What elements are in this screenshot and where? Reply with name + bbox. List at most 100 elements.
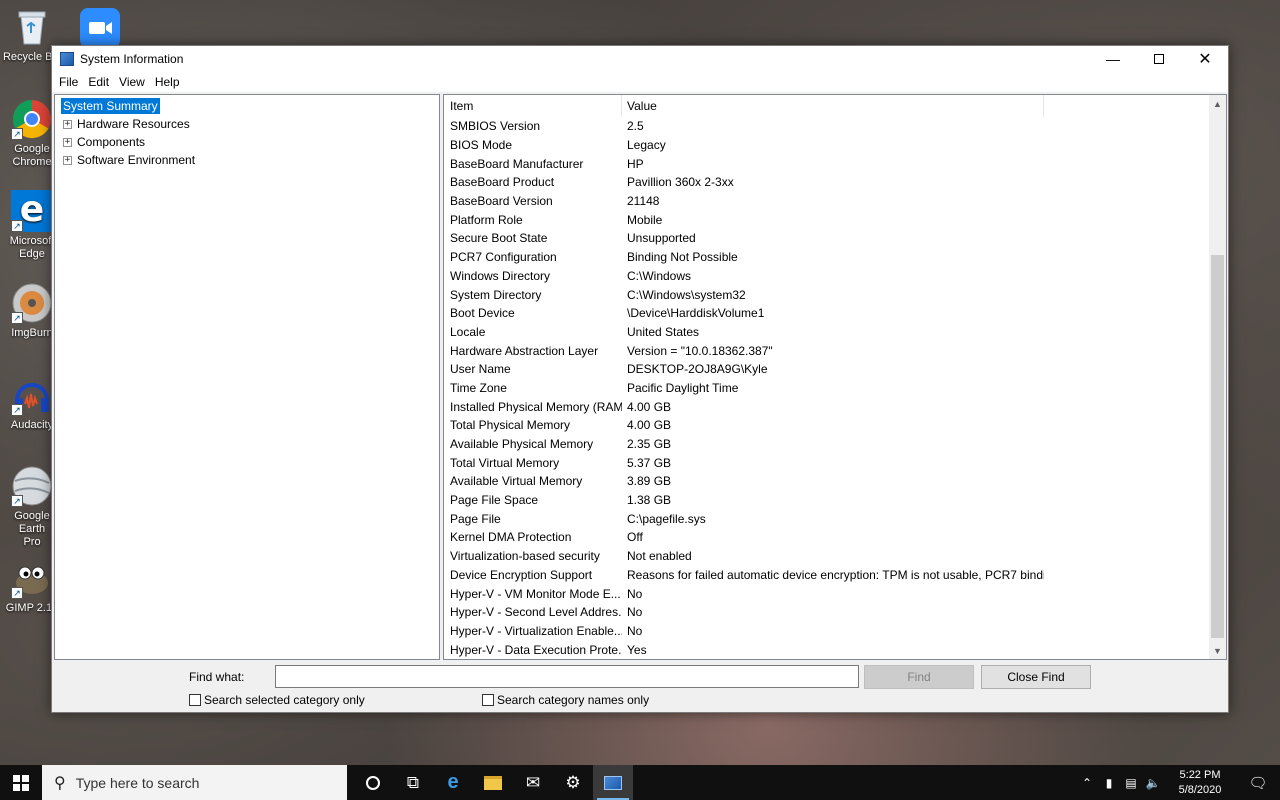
- scroll-up-icon[interactable]: ▲: [1209, 95, 1226, 112]
- checkbox-box[interactable]: [189, 694, 201, 706]
- menu-edit[interactable]: Edit: [83, 75, 114, 89]
- table-row[interactable]: BIOS Mode Legacy: [444, 136, 1226, 155]
- table-row[interactable]: Locale United States: [444, 323, 1226, 342]
- row-value-cell: Off: [627, 530, 643, 545]
- battery-icon[interactable]: ▮: [1098, 776, 1120, 790]
- row-item-cell: Kernel DMA Protection: [450, 530, 572, 545]
- shortcut-arrow-icon: ↗: [11, 404, 23, 416]
- row-value-cell: 2.5: [627, 119, 644, 134]
- table-row[interactable]: Time Zone Pacific Daylight Time: [444, 379, 1226, 398]
- column-header-value[interactable]: Value: [622, 95, 1044, 117]
- close-find-button[interactable]: Close Find: [981, 665, 1091, 689]
- taskbar-mail[interactable]: ✉: [513, 765, 553, 800]
- row-item-cell: BIOS Mode: [450, 138, 513, 153]
- row-item-cell: BaseBoard Version: [450, 194, 553, 209]
- row-item-cell: Hyper-V - Virtualization Enable...: [450, 623, 622, 638]
- taskbar-file-explorer[interactable]: [473, 765, 513, 800]
- row-value-cell: 21148: [627, 194, 660, 209]
- close-button[interactable]: ✕: [1182, 46, 1228, 72]
- shortcut-arrow-icon: ↗: [11, 312, 23, 324]
- find-what-input[interactable]: [275, 665, 859, 688]
- task-view-button[interactable]: ⧉: [393, 765, 433, 800]
- menu-view[interactable]: View: [114, 75, 150, 89]
- vertical-scrollbar[interactable]: ▲ ▼: [1209, 95, 1226, 659]
- maximize-button[interactable]: [1136, 46, 1182, 72]
- table-row[interactable]: SMBIOS Version 2.5: [444, 117, 1226, 136]
- table-row[interactable]: Kernel DMA Protection Off: [444, 528, 1226, 547]
- row-value-cell: United States: [627, 324, 700, 339]
- table-row[interactable]: BaseBoard Product Pavillion 360x 2-3xx: [444, 173, 1226, 192]
- table-row[interactable]: PCR7 Configuration Binding Not Possible: [444, 248, 1226, 267]
- table-row[interactable]: Windows Directory C:\Windows: [444, 267, 1226, 286]
- tree-item-hardware-resources[interactable]: + Hardware Resources: [61, 115, 433, 133]
- table-row[interactable]: Page File Space 1.38 GB: [444, 491, 1226, 510]
- tree-item-system-summary[interactable]: System Summary: [61, 97, 433, 115]
- row-value-cell: C:\Windows\system32: [627, 287, 746, 302]
- table-row[interactable]: Hyper-V - Second Level Addres... No: [444, 603, 1226, 622]
- find-what-label: Find what:: [189, 670, 245, 684]
- scroll-down-icon[interactable]: ▼: [1209, 642, 1226, 659]
- table-row[interactable]: BaseBoard Manufacturer HP: [444, 154, 1226, 173]
- row-item-cell: PCR7 Configuration: [450, 250, 557, 265]
- row-item-cell: Page File Space: [450, 493, 539, 508]
- system-tray: ⌃ ▮ ▤ 🔈 5:22 PM 5/8/2020 🗨: [1076, 765, 1280, 800]
- tree-item-components[interactable]: + Components: [61, 133, 433, 151]
- menu-help[interactable]: Help: [150, 75, 185, 89]
- zoom-icon[interactable]: [80, 8, 120, 48]
- table-row[interactable]: Secure Boot State Unsupported: [444, 229, 1226, 248]
- find-button[interactable]: Find: [864, 665, 974, 689]
- row-item-cell: Page File: [450, 511, 501, 526]
- table-row[interactable]: Device Encryption Support Reasons for fai…: [444, 566, 1226, 585]
- taskbar-search-box[interactable]: ⚲ Type here to search: [42, 765, 347, 800]
- row-value-cell: No: [627, 623, 643, 638]
- table-row[interactable]: Hyper-V - Virtualization Enable... No: [444, 622, 1226, 641]
- row-item-cell: Locale: [450, 324, 486, 339]
- table-row[interactable]: Hardware Abstraction Layer Version = "10.…: [444, 341, 1226, 360]
- list-header: Item Value: [444, 95, 1226, 117]
- expand-plus-icon[interactable]: +: [63, 119, 72, 129]
- search-selected-category-checkbox[interactable]: Search selected category only: [189, 693, 365, 707]
- row-value-cell: Binding Not Possible: [627, 250, 738, 265]
- table-row[interactable]: Boot Device \Device\HarddiskVolume1: [444, 304, 1226, 323]
- taskbar-edge[interactable]: e: [433, 765, 473, 800]
- expand-plus-icon[interactable]: +: [63, 155, 72, 165]
- table-row[interactable]: Available Virtual Memory 3.89 GB: [444, 472, 1226, 491]
- row-value-cell: 4.00 GB: [627, 418, 672, 433]
- table-row[interactable]: Hyper-V - VM Monitor Mode E... No: [444, 584, 1226, 603]
- notification-icon[interactable]: 🗨: [1236, 774, 1280, 792]
- column-header-item[interactable]: Item: [444, 95, 622, 117]
- table-row[interactable]: Platform Role Mobile: [444, 210, 1226, 229]
- menu-file[interactable]: File: [54, 75, 83, 89]
- table-row[interactable]: Total Virtual Memory 5.37 GB: [444, 453, 1226, 472]
- row-value-cell: Pacific Daylight Time: [627, 380, 739, 395]
- taskbar-settings[interactable]: ⚙: [553, 765, 593, 800]
- start-button[interactable]: [0, 765, 42, 800]
- table-row[interactable]: User Name DESKTOP-2OJ8A9G\Kyle: [444, 360, 1226, 379]
- table-row[interactable]: Available Physical Memory 2.35 GB: [444, 435, 1226, 454]
- tree-item-software-environment[interactable]: + Software Environment: [61, 151, 433, 169]
- title-bar[interactable]: System Information — ✕: [52, 46, 1228, 72]
- table-row[interactable]: Total Physical Memory 4.00 GB: [444, 416, 1226, 435]
- table-row[interactable]: Virtualization-based security Not enabled: [444, 547, 1226, 566]
- row-value-cell: 1.38 GB: [627, 493, 672, 508]
- table-row[interactable]: System Directory C:\Windows\system32: [444, 285, 1226, 304]
- table-row[interactable]: Page File C:\pagefile.sys: [444, 509, 1226, 528]
- cortana-button[interactable]: [353, 765, 393, 800]
- system-information-icon: [60, 52, 74, 66]
- checkbox-box[interactable]: [482, 694, 494, 706]
- table-row[interactable]: Installed Physical Memory (RAM) 4.00 GB: [444, 397, 1226, 416]
- minimize-button[interactable]: —: [1090, 46, 1136, 72]
- search-category-names-checkbox[interactable]: Search category names only: [482, 693, 649, 707]
- table-row[interactable]: BaseBoard Version 21148: [444, 192, 1226, 211]
- expand-plus-icon[interactable]: +: [63, 137, 72, 147]
- scroll-thumb[interactable]: [1211, 255, 1224, 638]
- volume-icon[interactable]: 🔈: [1142, 776, 1164, 790]
- network-icon[interactable]: ▤: [1120, 776, 1142, 790]
- window-title: System Information: [80, 52, 184, 66]
- clock[interactable]: 5:22 PM 5/8/2020: [1164, 768, 1236, 798]
- taskbar-system-information[interactable]: [593, 765, 633, 800]
- chrome-icon: ↗: [11, 98, 53, 140]
- table-row[interactable]: Hyper-V - Data Execution Prote... Yes: [444, 640, 1226, 659]
- row-item-cell: User Name: [450, 362, 511, 377]
- chevron-up-icon[interactable]: ⌃: [1076, 776, 1098, 790]
